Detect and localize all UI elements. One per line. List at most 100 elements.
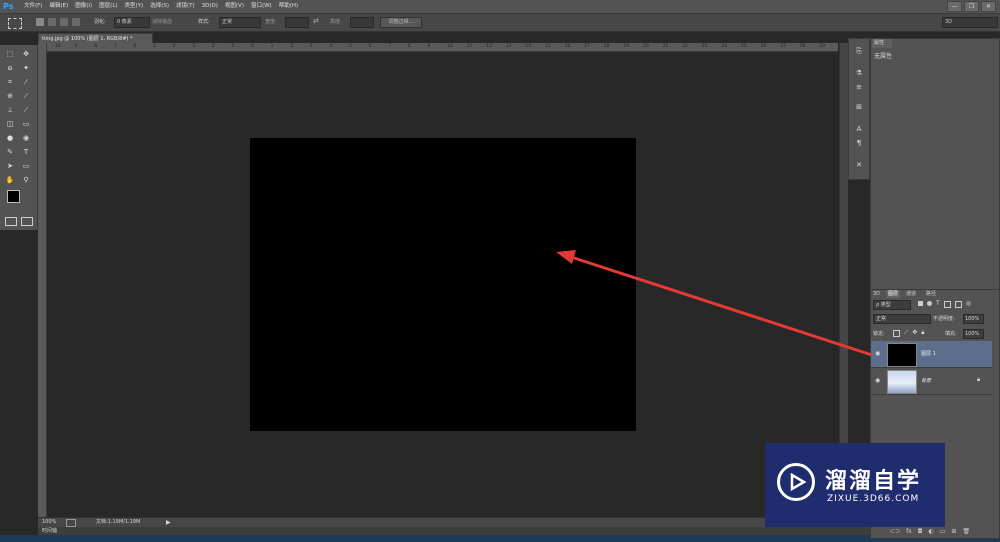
tab-paths[interactable]: 路径 (926, 290, 936, 298)
hand-icon[interactable]: ✋ (5, 175, 15, 185)
dodge-icon[interactable]: ◉ (21, 133, 31, 143)
timeline-tab[interactable]: 时间轴 (42, 527, 57, 535)
blur-icon[interactable]: ● (5, 133, 15, 143)
new-selection-icon[interactable] (36, 18, 44, 26)
minimize-button[interactable]: — (947, 1, 962, 12)
group-icon[interactable]: ▭ (940, 528, 946, 535)
refine-edge-button[interactable]: 调整边缘... (380, 17, 422, 28)
opacity-input[interactable]: 100% (963, 314, 984, 324)
lock-position-icon[interactable]: ✥ (912, 330, 917, 337)
visibility-eye-icon[interactable]: ◉ (875, 350, 880, 357)
ruler-tick-label: 25 (741, 44, 747, 49)
close-button[interactable]: ✕ (981, 1, 996, 12)
eraser-icon[interactable]: ◫ (5, 119, 15, 129)
clone-source-icon[interactable]: ⊞ (853, 101, 865, 113)
restore-button[interactable]: ❐ (964, 1, 979, 12)
fill-input[interactable]: 100% (963, 329, 984, 339)
marquee-tool-icon[interactable] (8, 18, 22, 29)
menu-window[interactable]: 窗口(W) (251, 0, 272, 13)
foreground-color-icon[interactable] (7, 190, 20, 203)
brush-panel-icon[interactable]: ≡ (853, 81, 865, 93)
menu-help[interactable]: 帮助(H) (279, 0, 298, 13)
menu-image[interactable]: 图像(I) (75, 0, 92, 13)
healing-brush-icon[interactable]: ⊕ (5, 91, 15, 101)
antialias-checkbox-label[interactable]: 消除锯齿 (152, 18, 172, 27)
marquee-icon[interactable]: ⬚ (5, 49, 15, 59)
swap-icon[interactable]: ⇄ (313, 17, 319, 25)
pen-icon[interactable]: ✎ (5, 147, 15, 157)
brush-preset-icon[interactable]: ⚗ (853, 67, 865, 79)
add-mask-icon[interactable]: ◘ (918, 528, 923, 535)
subtract-selection-icon[interactable] (60, 18, 68, 26)
type-filter-icon[interactable]: T (936, 301, 940, 307)
add-selection-icon[interactable] (48, 18, 56, 26)
adjustment-filter-icon[interactable] (927, 301, 932, 306)
layer-filter-select[interactable]: ρ 类型 (873, 300, 911, 310)
crop-icon[interactable]: ⌗ (5, 77, 15, 87)
menu-view[interactable]: 视图(V) (225, 0, 244, 13)
style-select[interactable]: 正常 (219, 17, 261, 28)
delete-layer-icon[interactable]: 🗑︎ (962, 528, 970, 535)
menu-edit[interactable]: 编辑(E) (49, 0, 68, 13)
tab-3d[interactable]: 3D (873, 290, 880, 298)
menu-filter[interactable]: 滤镜(T) (176, 0, 195, 13)
watermark: 溜溜自学 ZIXUE.3D66.COM (765, 443, 945, 527)
magic-wand-icon[interactable]: ✦ (21, 63, 31, 73)
layer-row[interactable]: ◉ 背景 🔒︎ (871, 368, 992, 395)
layer-row[interactable]: ◉ 图层 1 (871, 341, 992, 368)
lasso-icon[interactable]: ɷ (5, 63, 15, 73)
history-brush-icon[interactable]: ⟋ (21, 105, 31, 115)
character-panel-icon[interactable]: A (853, 123, 865, 135)
shape-filter-icon[interactable] (943, 301, 951, 308)
new-layer-icon[interactable]: ⊞ (951, 528, 956, 535)
blend-mode-select[interactable]: 正常 (873, 314, 931, 324)
paragraph-panel-icon[interactable]: ¶ (853, 137, 865, 149)
brush-icon[interactable]: ⟋ (21, 91, 31, 101)
status-arrow-icon[interactable]: ▶ (166, 518, 171, 527)
layer-name[interactable]: 图层 1 (921, 350, 936, 357)
ruler-tick-label: 2 (211, 44, 215, 49)
screen-mode-icon[interactable] (21, 217, 33, 226)
lock-all-icon[interactable]: 🔒︎ (921, 330, 924, 337)
pixel-filter-icon[interactable] (918, 301, 923, 306)
tab-layers[interactable]: 图层 (886, 290, 901, 298)
filter-toggle-icon[interactable] (965, 301, 971, 306)
gradient-icon[interactable]: ▭ (21, 119, 31, 129)
rectangle-icon[interactable]: ▭ (21, 161, 31, 171)
menu-file[interactable]: 文件(F) (24, 0, 42, 13)
visibility-eye-icon[interactable]: ◉ (875, 377, 880, 384)
tool-presets-icon[interactable]: ✕ (853, 159, 865, 171)
workspace-select[interactable]: 3D (942, 17, 998, 28)
properties-tab[interactable]: 属性 (872, 39, 892, 48)
menu-items: 文件(F) 编辑(E) 图像(I) 图层(L) 类型(Y) 选择(S) 滤镜(T… (24, 0, 298, 13)
zoom-icon[interactable]: ⚲ (21, 175, 31, 185)
document-canvas[interactable] (250, 138, 636, 431)
menu-select[interactable]: 选择(S) (150, 0, 169, 13)
height-input[interactable] (350, 17, 374, 28)
type-icon[interactable]: T (21, 147, 31, 157)
path-selection-icon[interactable]: ➤ (5, 161, 15, 171)
lock-image-icon[interactable]: ⟋ (904, 330, 908, 337)
quick-mask-icon[interactable] (5, 217, 17, 226)
clone-stamp-icon[interactable]: ⊥ (5, 105, 15, 115)
intersect-selection-icon[interactable] (72, 18, 80, 26)
width-input[interactable] (285, 17, 309, 28)
adjustment-layer-icon[interactable]: ◐ (928, 528, 933, 535)
smart-object-filter-icon[interactable] (954, 301, 962, 308)
window-controls: — ❐ ✕ (947, 1, 996, 12)
lock-transparent-icon[interactable] (893, 330, 900, 337)
link-layers-icon[interactable]: ⊂⊃ (890, 528, 900, 535)
fx-icon[interactable]: fx (906, 528, 912, 535)
menu-type[interactable]: 类型(Y) (125, 0, 144, 13)
menu-layer[interactable]: 图层(L) (99, 0, 117, 13)
tab-channels[interactable]: 通道 (906, 290, 916, 298)
move-icon[interactable]: ✥ (21, 49, 31, 59)
layer-name[interactable]: 背景 (921, 377, 931, 384)
layer-thumbnail (887, 370, 917, 394)
feather-input[interactable]: 0 像素 (114, 17, 150, 28)
menu-3d[interactable]: 3D(D) (202, 0, 218, 13)
zoom-level[interactable]: 100% (42, 518, 56, 527)
eyedropper-icon[interactable]: ⁄ (21, 77, 31, 87)
history-panel-icon[interactable]: ⎘ (853, 45, 865, 57)
ruler-tick-label: 4 (329, 44, 333, 49)
